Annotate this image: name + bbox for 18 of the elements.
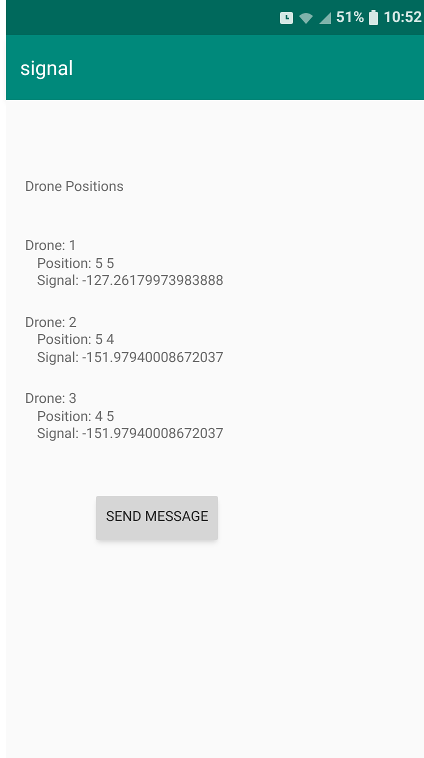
drone-label: Drone: 2 [25,314,78,332]
clock-time: 10:52 [383,7,422,28]
drone-label: Drone: 3 [25,391,78,408]
drone-position: Position: 4 5 [36,408,116,426]
app-title: signal [20,54,74,82]
cell-signal-icon [319,12,332,24]
battery-percent: 51% [336,7,364,28]
drone-signal: Signal: -127.26179973983888 [36,273,225,290]
alarm-clock-icon [280,11,294,24]
drone-signal: Signal: -151.97940008672037 [36,350,225,367]
wifi-icon [298,12,314,24]
drone-position: Position: 5 5 [36,256,116,273]
drone-label: Drone: 1 [25,238,78,256]
drone-signal: Signal: -151.97940008672037 [36,426,225,444]
send-message-button[interactable]: SEND MESSAGE [96,496,218,540]
heading: Drone Positions [25,178,125,196]
battery-icon [369,10,378,25]
drone-position: Position: 5 4 [36,332,116,350]
